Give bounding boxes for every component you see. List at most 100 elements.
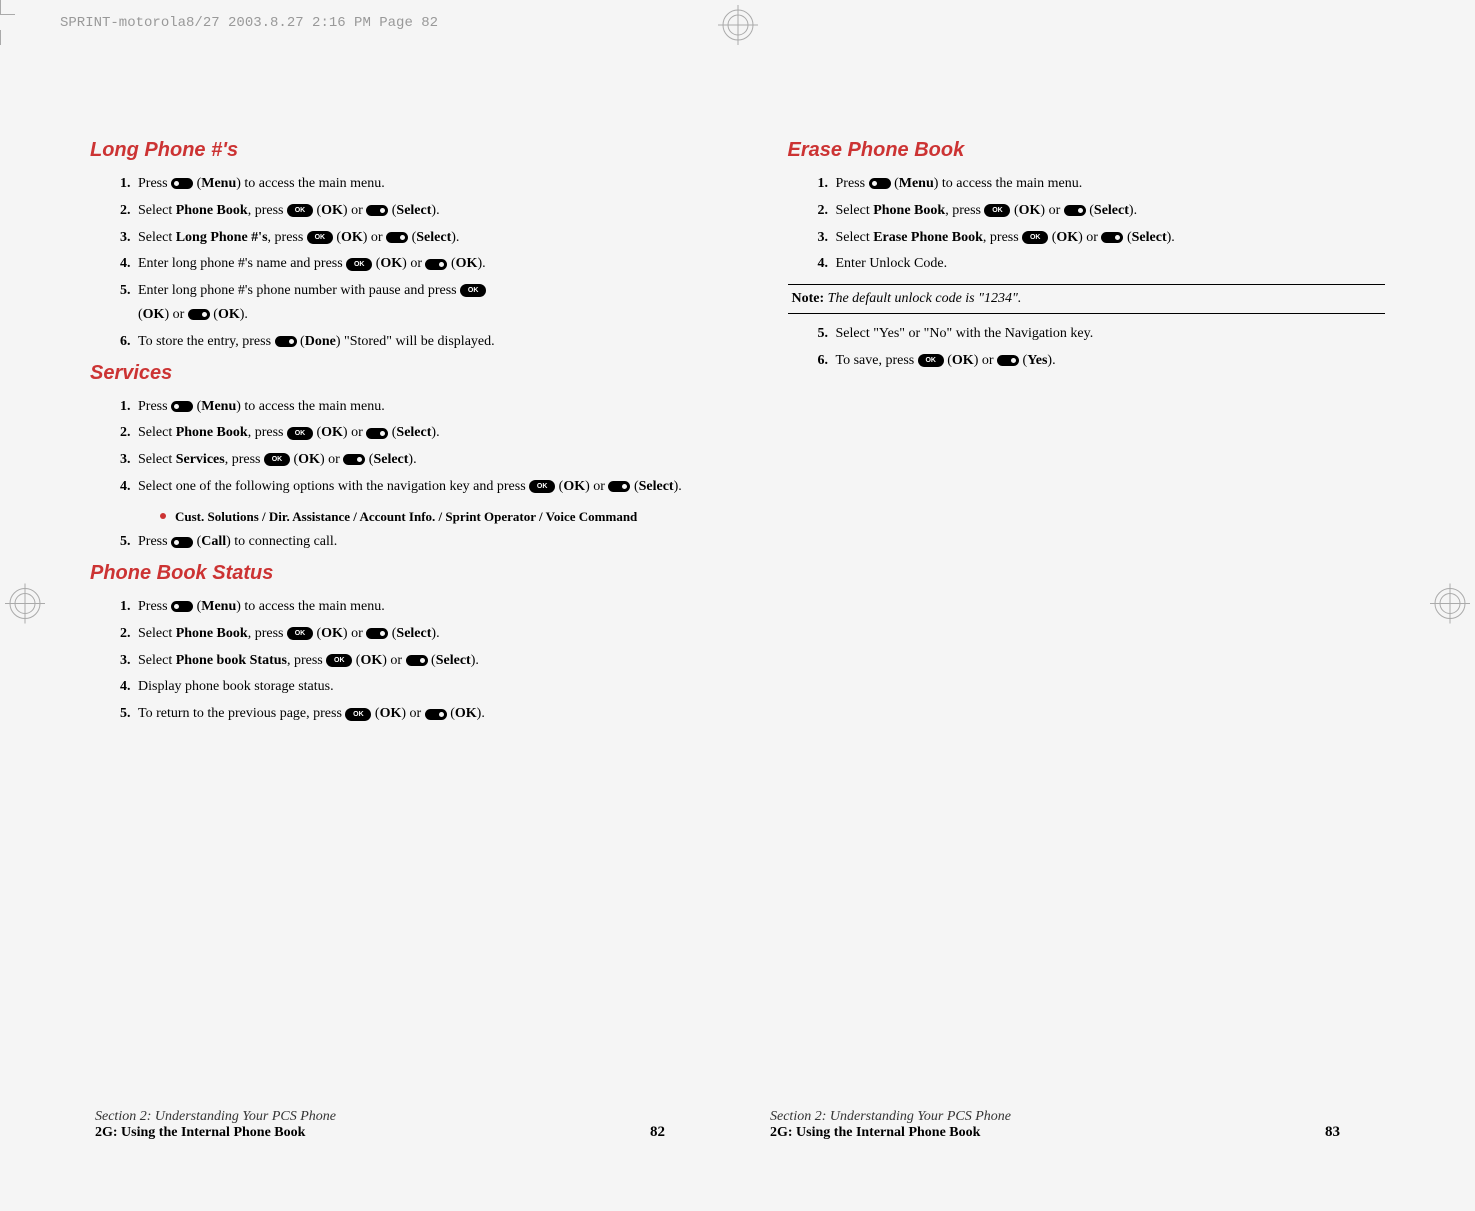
footer-right: Section 2: Understanding Your PCS Phone … <box>770 1109 1340 1141</box>
step-item: 3.Select Services, press OK (OK) or (Sel… <box>120 448 688 472</box>
step-item: 5.Press (Call) to connecting call. <box>120 530 688 554</box>
ok-icon: OK <box>529 480 555 493</box>
step-number: 3. <box>120 226 131 250</box>
print-header: SPRINT-motorola8/27 2003.8.27 2:16 PM Pa… <box>60 15 438 31</box>
right-page: Erase Phone Book 1.Press (Menu) to acces… <box>758 125 1416 744</box>
step-number: 1. <box>120 395 131 419</box>
step-item: 1.Press (Menu) to access the main menu. <box>120 395 688 419</box>
footer-section-left: Section 2: Understanding Your PCS Phone <box>95 1109 665 1125</box>
registration-mark-left <box>5 583 45 628</box>
page-number-right: 83 <box>1325 1124 1340 1141</box>
step-number: 6. <box>120 330 131 354</box>
ok-icon: OK <box>287 427 313 440</box>
ok-icon: OK <box>307 231 333 244</box>
step-item: 5.To return to the previous page, press … <box>120 702 688 726</box>
footer-left: Section 2: Understanding Your PCS Phone … <box>95 1109 665 1141</box>
step-item: 2.Select Phone Book, press OK (OK) or (S… <box>120 199 688 223</box>
softkey-right-icon <box>608 481 630 492</box>
softkey-right-icon <box>1101 232 1123 243</box>
softkey-left-icon <box>171 401 193 412</box>
ok-icon: OK <box>326 654 352 667</box>
heading-long-phone: Long Phone #'s <box>90 139 688 162</box>
services-bullet: Cust. Solutions / Dir. Assistance / Acco… <box>90 507 688 527</box>
heading-pb-status: Phone Book Status <box>90 562 688 585</box>
erase-steps-bottom: 5.Select "Yes" or "No" with the Navigati… <box>788 322 1386 373</box>
ok-icon: OK <box>984 204 1010 217</box>
step-item: 3.Select Long Phone #'s, press OK (OK) o… <box>120 226 688 250</box>
softkey-left-icon <box>869 178 891 189</box>
step-number: 2. <box>120 622 131 646</box>
heading-erase: Erase Phone Book <box>788 139 1386 162</box>
step-number: 2. <box>120 421 131 445</box>
ok-icon: OK <box>264 453 290 466</box>
softkey-left-icon <box>171 537 193 548</box>
note-box: Note: The default unlock code is "1234". <box>788 284 1386 314</box>
step-number: 5. <box>818 322 829 346</box>
softkey-right-icon <box>997 355 1019 366</box>
footer-title-left: 2G: Using the Internal Phone Book <box>95 1125 665 1141</box>
ok-icon: OK <box>460 284 486 297</box>
heading-services: Services <box>90 362 688 385</box>
left-page: Long Phone #'s 1.Press (Menu) to access … <box>60 125 718 744</box>
page-number-left: 82 <box>650 1124 665 1141</box>
step-item: 4.Enter long phone #'s name and press OK… <box>120 252 688 276</box>
step-number: 2. <box>120 199 131 223</box>
crop-mark-br <box>0 30 1 45</box>
softkey-right-icon <box>425 259 447 270</box>
step-item: 1.Press (Menu) to access the main menu. <box>120 595 688 619</box>
step-number: 5. <box>120 702 131 726</box>
services-bullet-item: Cust. Solutions / Dir. Assistance / Acco… <box>160 507 688 527</box>
step-item: 1.Press (Menu) to access the main menu. <box>818 172 1386 196</box>
step-item: 6.To store the entry, press (Done) "Stor… <box>120 330 688 354</box>
step-item: 5.Enter long phone #'s phone number with… <box>120 279 688 327</box>
step-item: 2.Select Phone Book, press OK (OK) or (S… <box>120 421 688 445</box>
step-item: 4.Display phone book storage status. <box>120 675 688 699</box>
step-number: 3. <box>818 226 829 250</box>
softkey-right-icon <box>1064 205 1086 216</box>
step-item: 1.Press (Menu) to access the main menu. <box>120 172 688 196</box>
softkey-right-icon <box>343 454 365 465</box>
step-item: 2.Select Phone Book, press OK (OK) or (S… <box>120 622 688 646</box>
step-number: 4. <box>120 675 131 699</box>
softkey-left-icon <box>171 601 193 612</box>
step-number: 4. <box>120 475 131 499</box>
step-item: 3.Select Phone book Status, press OK (OK… <box>120 649 688 673</box>
softkey-right-icon <box>275 336 297 347</box>
pb-status-steps: 1.Press (Menu) to access the main menu. 2… <box>90 595 688 726</box>
step-number: 5. <box>120 279 131 303</box>
softkey-right-icon <box>425 709 447 720</box>
step-number: 1. <box>120 172 131 196</box>
step-number: 2. <box>818 199 829 223</box>
step-number: 4. <box>818 252 829 276</box>
softkey-right-icon <box>386 232 408 243</box>
erase-steps-top: 1.Press (Menu) to access the main menu. 2… <box>788 172 1386 276</box>
step-item: 5.Select "Yes" or "No" with the Navigati… <box>818 322 1386 346</box>
step-number: 4. <box>120 252 131 276</box>
softkey-right-icon <box>366 428 388 439</box>
ok-icon: OK <box>287 204 313 217</box>
footer-title-right: 2G: Using the Internal Phone Book <box>770 1125 1340 1141</box>
registration-mark-top <box>718 5 758 50</box>
step-number: 3. <box>120 448 131 472</box>
step-number: 1. <box>818 172 829 196</box>
step-number: 1. <box>120 595 131 619</box>
softkey-right-icon <box>188 309 210 320</box>
services-steps: 1.Press (Menu) to access the main menu.2… <box>90 395 688 499</box>
step-number: 6. <box>818 349 829 373</box>
ok-icon: OK <box>346 258 372 271</box>
softkey-right-icon <box>366 205 388 216</box>
ok-icon: OK <box>345 708 371 721</box>
softkey-left-icon <box>171 178 193 189</box>
softkey-right-icon <box>366 628 388 639</box>
ok-icon: OK <box>918 354 944 367</box>
step-number: 5. <box>120 530 131 554</box>
registration-mark-right <box>1430 583 1470 628</box>
step-item: 3.Select Erase Phone Book, press OK (OK)… <box>818 226 1386 250</box>
step-item: 2.Select Phone Book, press OK (OK) or (S… <box>818 199 1386 223</box>
ok-icon: OK <box>1022 231 1048 244</box>
note-text: The default unlock code is "1234". <box>824 291 1021 306</box>
footer-section-right: Section 2: Understanding Your PCS Phone <box>770 1109 1340 1125</box>
crop-mark-bl <box>0 0 15 15</box>
step-item: 6.To save, press OK (OK) or (Yes). <box>818 349 1386 373</box>
step-item: 4.Select one of the following options wi… <box>120 475 688 499</box>
